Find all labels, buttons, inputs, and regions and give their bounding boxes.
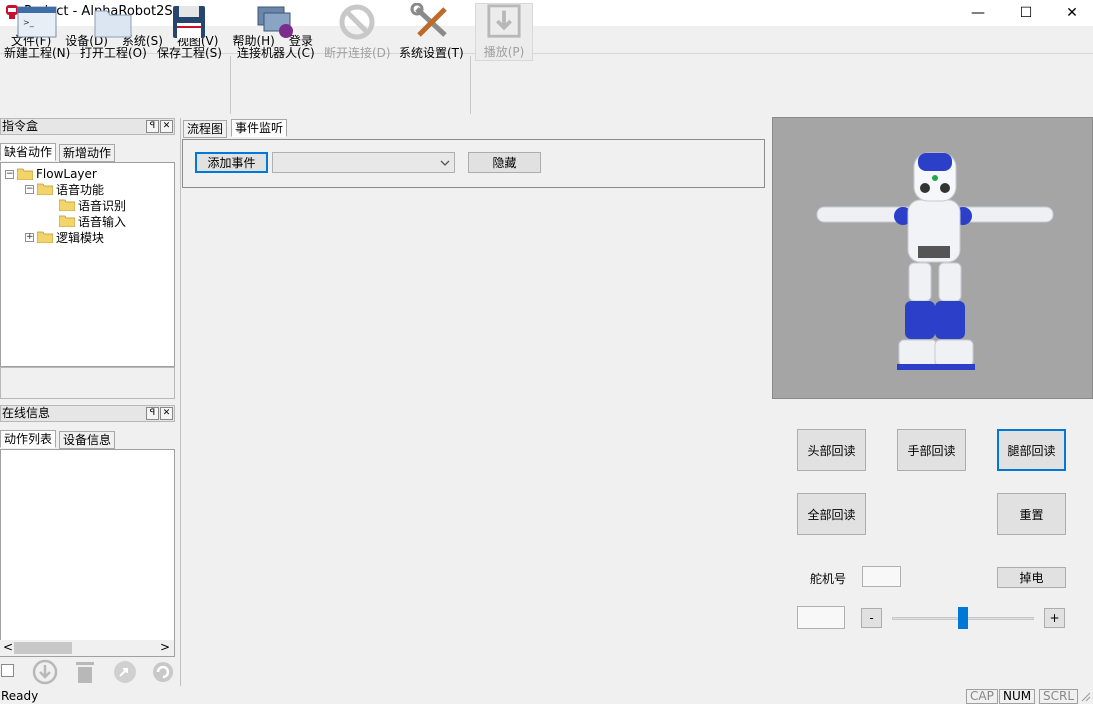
tools-icon: [410, 3, 448, 37]
tree-node-speech-input[interactable]: 语音输入: [59, 213, 126, 229]
system-settings-button[interactable]: 系统设置(T): [399, 3, 464, 61]
connect-robot-button[interactable]: 连接机器人(C): [237, 3, 315, 61]
floppy-disk-icon: [173, 6, 206, 38]
panel-close-icon[interactable]: ✕: [160, 120, 173, 133]
tab-event-listener[interactable]: 事件监听: [231, 119, 288, 137]
collapse-icon[interactable]: −: [25, 184, 34, 194]
num-lock-indicator: NUM: [999, 689, 1036, 704]
chevron-down-icon: [440, 160, 450, 166]
scroll-thumb[interactable]: [14, 642, 72, 654]
scroll-right-arrow[interactable]: >: [160, 640, 170, 654]
tab-action-list[interactable]: 动作列表: [0, 430, 57, 448]
disconnect-icon: [339, 4, 375, 40]
servo-label: 舵机号: [810, 572, 847, 586]
online-info-tabs: 动作列表 设备信息: [0, 430, 175, 450]
select-all-checkbox[interactable]: [1, 664, 14, 677]
leg-readback-button[interactable]: 腿部回读: [997, 429, 1066, 471]
toolbar: [0, 54, 540, 116]
add-event-button[interactable]: 添加事件: [195, 152, 268, 173]
power-off-button[interactable]: 掉电: [997, 567, 1066, 588]
pin-icon[interactable]: ꟼ: [146, 407, 159, 420]
tree-node-logic[interactable]: + 逻辑模块: [25, 229, 104, 245]
resize-grip-icon[interactable]: [1079, 690, 1091, 702]
command-box-tabs: 缺省动作 新增动作: [0, 143, 175, 163]
all-readback-button[interactable]: 全部回读: [797, 493, 866, 535]
head-readback-button[interactable]: 头部回读: [797, 429, 866, 471]
tab-default-actions[interactable]: 缺省动作: [0, 143, 57, 161]
robot-3d-view[interactable]: [772, 117, 1093, 399]
close-button[interactable]: ✕: [1049, 0, 1093, 26]
angle-slider-thumb[interactable]: [958, 607, 968, 629]
svg-text:>_: >_: [23, 18, 35, 27]
refresh-icon[interactable]: [151, 659, 175, 685]
save-project-button[interactable]: 保存工程(S): [157, 3, 222, 61]
hide-button[interactable]: 隐藏: [468, 152, 541, 173]
maximize-button[interactable]: ☐: [1003, 0, 1049, 26]
trash-icon[interactable]: [73, 659, 97, 685]
tab-device-info[interactable]: 设备信息: [59, 431, 116, 449]
action-list: [0, 449, 175, 657]
decrement-button[interactable]: -: [861, 608, 882, 628]
folder-icon: [59, 215, 75, 227]
folder-icon: [59, 199, 75, 211]
angle-field[interactable]: [797, 606, 845, 629]
collapse-icon[interactable]: −: [5, 169, 14, 179]
disconnect-button[interactable]: 断开连接(D): [324, 3, 391, 61]
reset-button[interactable]: 重置: [997, 493, 1066, 535]
tab-new-actions[interactable]: 新增动作: [59, 144, 116, 162]
tree-node-speech-recognition[interactable]: 语音识别: [59, 197, 126, 213]
play-button[interactable]: 播放(P): [475, 3, 533, 61]
action-tree: − FlowLayer − 语音功能 语音识别 语音输入 + 逻辑模块: [0, 162, 175, 367]
open-project-button[interactable]: 打开工程(O): [80, 3, 147, 61]
folder-open-icon: [94, 10, 132, 38]
status-bar: Ready: [0, 688, 1093, 704]
robot-model-image: [816, 152, 1054, 370]
command-box-footer: [0, 367, 175, 399]
new-project-button[interactable]: >_ 新建工程(N): [4, 3, 70, 61]
tab-flowchart[interactable]: 流程图: [183, 120, 228, 138]
folder-icon: [37, 183, 53, 195]
scroll-lock-indicator: SCRL: [1039, 689, 1079, 704]
servo-number-field[interactable]: [862, 566, 901, 587]
expand-icon[interactable]: +: [25, 232, 34, 242]
command-box-title: 指令盒: [2, 119, 39, 133]
tree-node-voice[interactable]: − 语音功能: [25, 181, 104, 197]
toolbar-separator: [470, 56, 471, 114]
connect-monitor-icon: [257, 6, 293, 38]
caps-lock-indicator: CAP: [966, 689, 998, 704]
download-play-icon: [487, 4, 521, 38]
folder-icon: [17, 168, 33, 180]
app-window: Project - AlphaRobot2S — ☐ ✕ 文件(F) 设备(D)…: [0, 0, 1093, 704]
status-text: Ready: [1, 689, 39, 703]
folder-icon: [37, 231, 53, 243]
hand-readback-button[interactable]: 手部回读: [897, 429, 966, 471]
share-icon[interactable]: [112, 659, 138, 685]
pin-icon[interactable]: ꟼ: [146, 120, 159, 133]
event-select[interactable]: [272, 152, 455, 173]
action-list-scrollbar[interactable]: < >: [0, 640, 174, 656]
event-canvas[interactable]: [182, 188, 765, 684]
panel-close-icon[interactable]: ✕: [160, 407, 173, 420]
download-icon[interactable]: [32, 659, 58, 685]
new-project-icon: >_: [17, 6, 57, 38]
main-tabs: 流程图 事件监听: [183, 119, 483, 139]
online-info-title: 在线信息: [2, 406, 51, 420]
increment-button[interactable]: +: [1044, 608, 1065, 628]
scroll-left-arrow[interactable]: <: [3, 640, 13, 654]
minimize-button[interactable]: —: [955, 0, 1001, 26]
toolbar-separator: [230, 56, 231, 114]
